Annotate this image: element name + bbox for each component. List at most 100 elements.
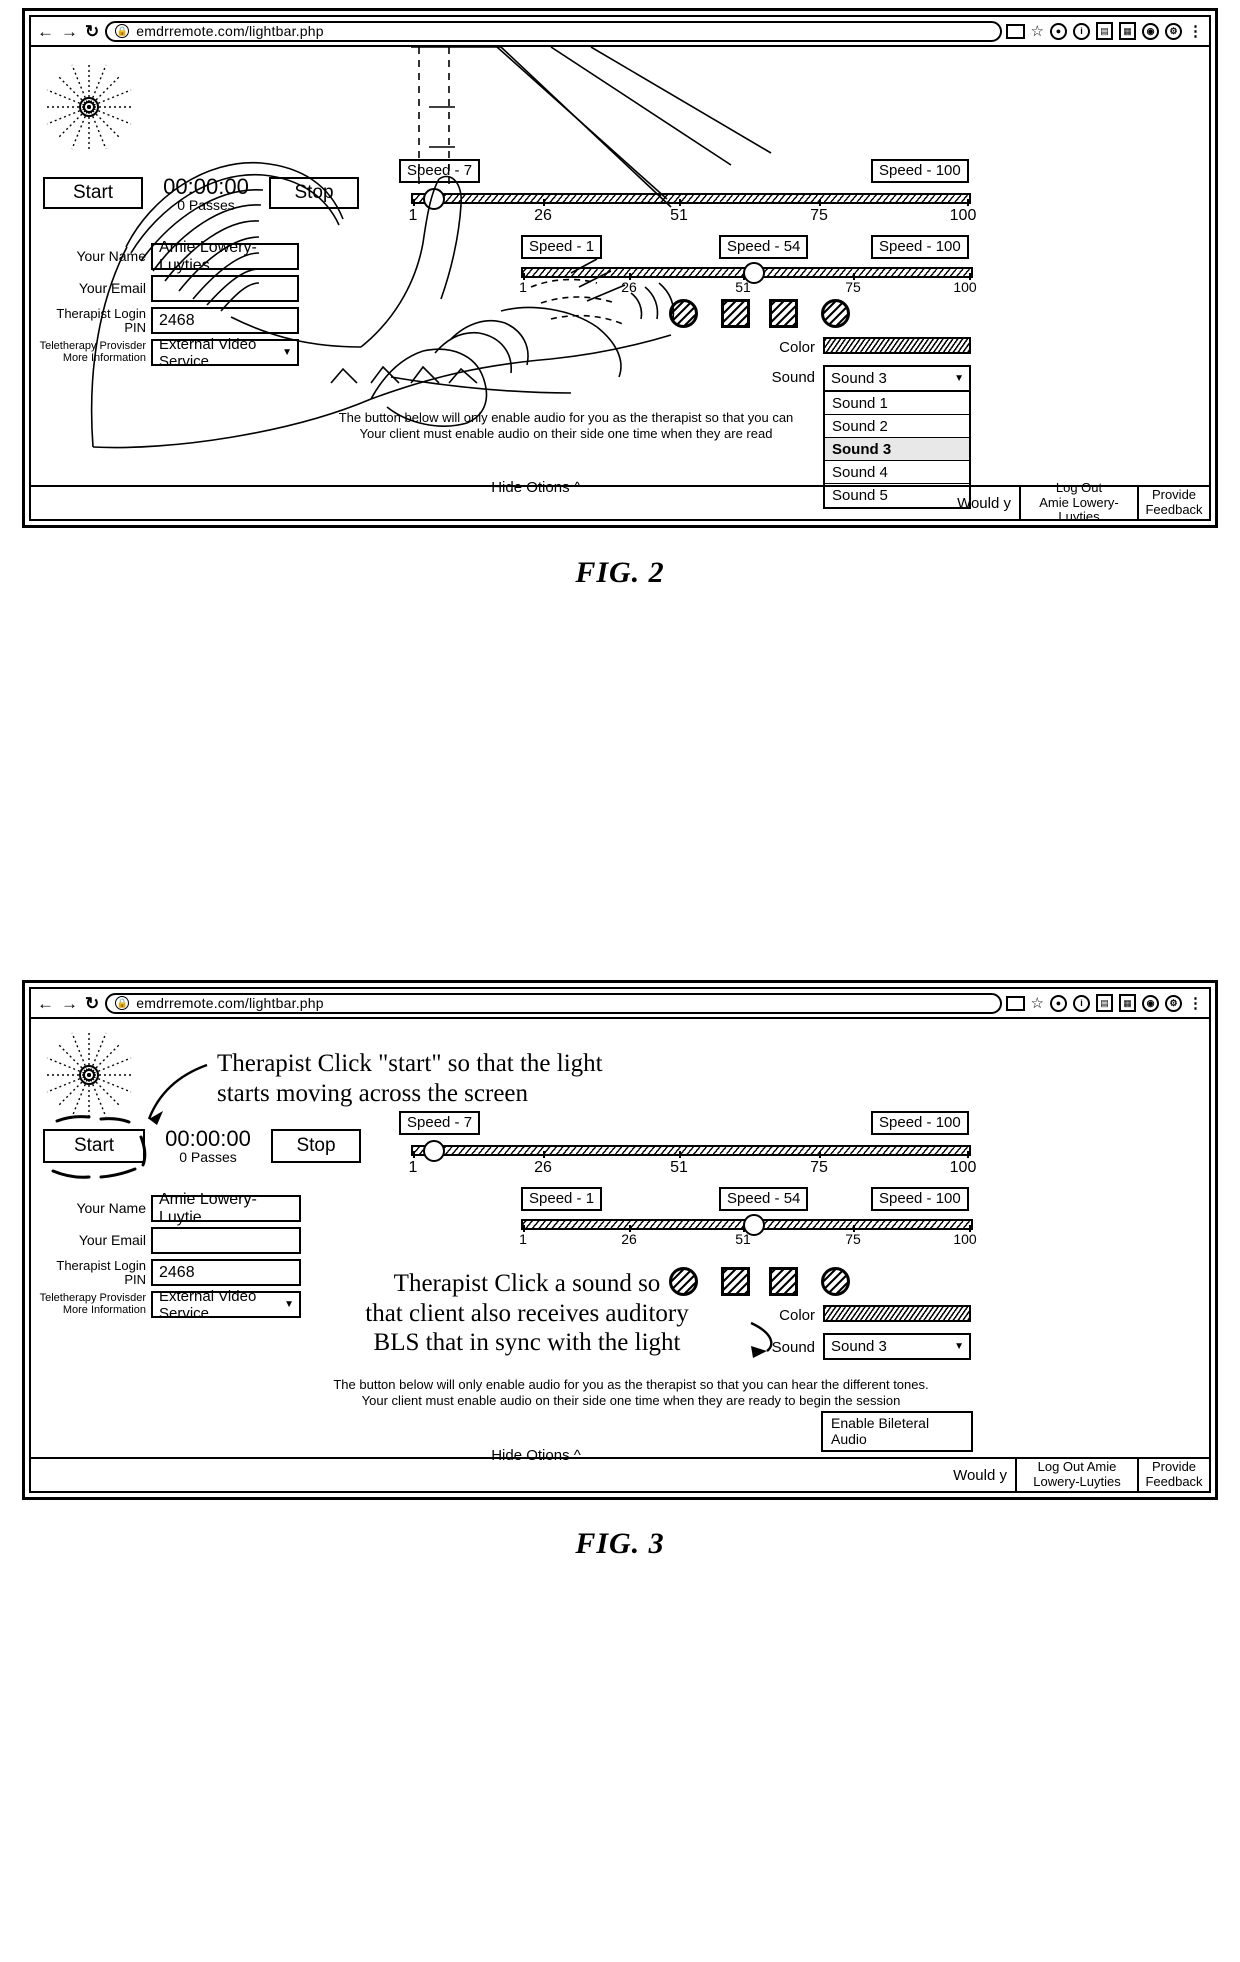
logout-button[interactable]: Log Out Amie Lowery-Luyties — [1019, 480, 1137, 519]
cast-icon[interactable] — [1005, 23, 1025, 39]
cast-icon[interactable] — [1005, 995, 1025, 1011]
form-row-email: Your Email — [39, 275, 299, 302]
email-input[interactable] — [151, 1227, 301, 1254]
browser-nav-icons: ← → ↻ — [37, 23, 99, 40]
provider-sub-label: More Information — [62, 351, 146, 364]
app-footer-fig3: Would y Log Out Amie Lowery-Luyties Prov… — [31, 1457, 1209, 1491]
color-picker[interactable] — [823, 1305, 971, 1322]
forward-arrow-icon[interactable]: → — [61, 23, 78, 40]
browser-inner-frame: ← → ↻ 🔒 emdrremote.com/lightbar.php ☆ ● … — [29, 987, 1211, 1493]
lightbar-light-icon — [43, 61, 135, 153]
stop-button[interactable]: Stop — [271, 1129, 361, 1163]
shape-button-circle-1[interactable] — [669, 299, 698, 328]
profile-icon[interactable]: ● — [1050, 994, 1067, 1012]
shape-button-circle-2[interactable] — [821, 299, 850, 328]
feedback-button[interactable]: Provide Feedback — [1137, 487, 1209, 519]
info-icon[interactable]: i — [1073, 22, 1090, 40]
sound-option-1[interactable]: Sound 1 — [825, 392, 969, 415]
info-icon[interactable]: i — [1073, 994, 1090, 1012]
start-button[interactable]: Start — [43, 177, 143, 209]
starburst-svg — [45, 1031, 133, 1119]
speed-badge-top-right: Speed - 100 — [871, 1111, 969, 1136]
shape-button-square-2[interactable] — [769, 299, 798, 328]
pin-input[interactable]: 2468 — [151, 307, 299, 335]
back-arrow-icon[interactable]: ← — [37, 23, 54, 40]
app-footer-fig2: Would y Log Out Amie Lowery-Luyties Prov… — [31, 480, 1209, 519]
sound-option-3[interactable]: Sound 3 — [825, 438, 969, 461]
extension-icon[interactable]: ▤ — [1096, 994, 1113, 1012]
settings-icon[interactable]: ⚙ — [1165, 22, 1182, 40]
star-icon[interactable]: ☆ — [1031, 994, 1044, 1012]
url-input[interactable]: 🔒 emdrremote.com/lightbar.php — [105, 20, 1002, 42]
sound-label: Sound — [771, 1339, 815, 1356]
sound-select[interactable]: Sound 3 ▼ — [823, 1333, 971, 1360]
sound-select[interactable]: Sound 3 ▼ — [823, 365, 971, 392]
pin-input[interactable]: 2468 — [151, 1259, 301, 1287]
speed-badge-top-left: Speed - 7 — [399, 159, 481, 184]
name-input[interactable]: Amie Lowery-Luytie — [151, 1191, 301, 1226]
logout-button[interactable]: Log Out Amie Lowery-Luyties — [1015, 1459, 1137, 1491]
tick-label: 100 — [949, 207, 977, 224]
provider-select-value: External Video Service — [159, 1287, 257, 1322]
tick-mark — [413, 1151, 415, 1158]
apps-icon[interactable]: ▦ — [1119, 994, 1136, 1012]
reload-icon[interactable]: ↻ — [85, 995, 99, 1012]
speed-slider-top-knob[interactable] — [423, 1140, 445, 1162]
menu-icon[interactable]: ⋮ — [1188, 994, 1203, 1012]
settings-icon[interactable]: ⚙ — [1165, 994, 1182, 1012]
chevron-down-icon: ▼ — [284, 1299, 294, 1310]
start-button-label: Start — [72, 182, 114, 203]
figure-3: ← → ↻ 🔒 emdrremote.com/lightbar.php ☆ ● … — [22, 980, 1218, 1500]
back-arrow-icon[interactable]: ← — [37, 995, 54, 1012]
speed-slider-top-track[interactable] — [411, 193, 971, 204]
shape-button-square-1[interactable] — [721, 1267, 750, 1296]
tick-label: 1 — [408, 1159, 418, 1176]
extension-icon[interactable]: ▤ — [1096, 22, 1113, 40]
session-timer: 00:00:00 0 Passes — [147, 175, 265, 213]
star-icon[interactable]: ☆ — [1031, 22, 1044, 40]
reload-icon[interactable]: ↻ — [85, 23, 99, 40]
speed-slider-top-knob[interactable] — [423, 188, 445, 210]
url-input[interactable]: 🔒 emdrremote.com/lightbar.php — [105, 992, 1002, 1014]
browser-inner-frame: ← → ↻ 🔒 emdrremote.com/lightbar.php ☆ ● … — [29, 15, 1211, 521]
tick-mark — [679, 1151, 681, 1158]
pin-label: Therapist Login PIN — [56, 306, 146, 335]
shape-button-circle-2[interactable] — [821, 1267, 850, 1296]
forward-arrow-icon[interactable]: → — [61, 995, 78, 1012]
name-input[interactable]: Amie Lowery-Luyties — [151, 239, 299, 274]
profile-icon[interactable]: ● — [1050, 22, 1067, 40]
form-row-provider: Teletherapy Provisder More Information E… — [39, 336, 299, 370]
tick-mark — [819, 1151, 821, 1158]
apps-icon[interactable]: ▦ — [1119, 22, 1136, 40]
sound-option-4[interactable]: Sound 4 — [825, 461, 969, 484]
pin-input-value: 2468 — [159, 311, 195, 329]
tick-label: 26 — [534, 207, 552, 224]
browser-toolbar-icons: ☆ ● i ▤ ▦ ◉ ⚙ ⋮ — [1005, 994, 1203, 1012]
sound-option-2[interactable]: Sound 2 — [825, 415, 969, 438]
sound-select-value: Sound 3 — [831, 1338, 887, 1355]
shape-button-square-2[interactable] — [769, 1267, 798, 1296]
enable-bilateral-audio-button[interactable]: Enable Bileteral Audio — [821, 1411, 973, 1452]
speed-slider-top-track[interactable] — [411, 1145, 971, 1156]
figure-3-caption: FIG. 3 — [575, 1527, 665, 1560]
feedback-button[interactable]: Provide Feedback — [1137, 1459, 1209, 1491]
stop-button[interactable]: Stop — [269, 177, 359, 209]
shape-button-circle-1[interactable] — [669, 1267, 698, 1296]
start-button[interactable]: Start — [43, 1129, 145, 1163]
provider-select[interactable]: External Video Service ▼ — [151, 1288, 301, 1322]
lightbar-light-icon — [43, 1029, 135, 1121]
account-icon[interactable]: ◉ — [1142, 994, 1159, 1012]
tick-label: 26 — [534, 1159, 552, 1176]
stop-button-label: Stop — [296, 1135, 336, 1156]
tick-mark — [819, 199, 821, 206]
account-icon[interactable]: ◉ — [1142, 22, 1159, 40]
email-input[interactable] — [151, 275, 299, 302]
provider-select[interactable]: External Video Service ▼ — [151, 336, 299, 370]
shape-button-square-1[interactable] — [721, 299, 750, 328]
tick-label: 26 — [621, 1231, 637, 1247]
browser-toolbar-icons: ☆ ● i ▤ ▦ ◉ ⚙ ⋮ — [1005, 22, 1203, 40]
speed-badge-bottom-left: Speed - 1 — [521, 1187, 603, 1212]
speed-badge-bottom-mid: Speed - 54 — [719, 235, 809, 260]
menu-icon[interactable]: ⋮ — [1188, 22, 1203, 40]
color-picker[interactable] — [823, 337, 971, 354]
